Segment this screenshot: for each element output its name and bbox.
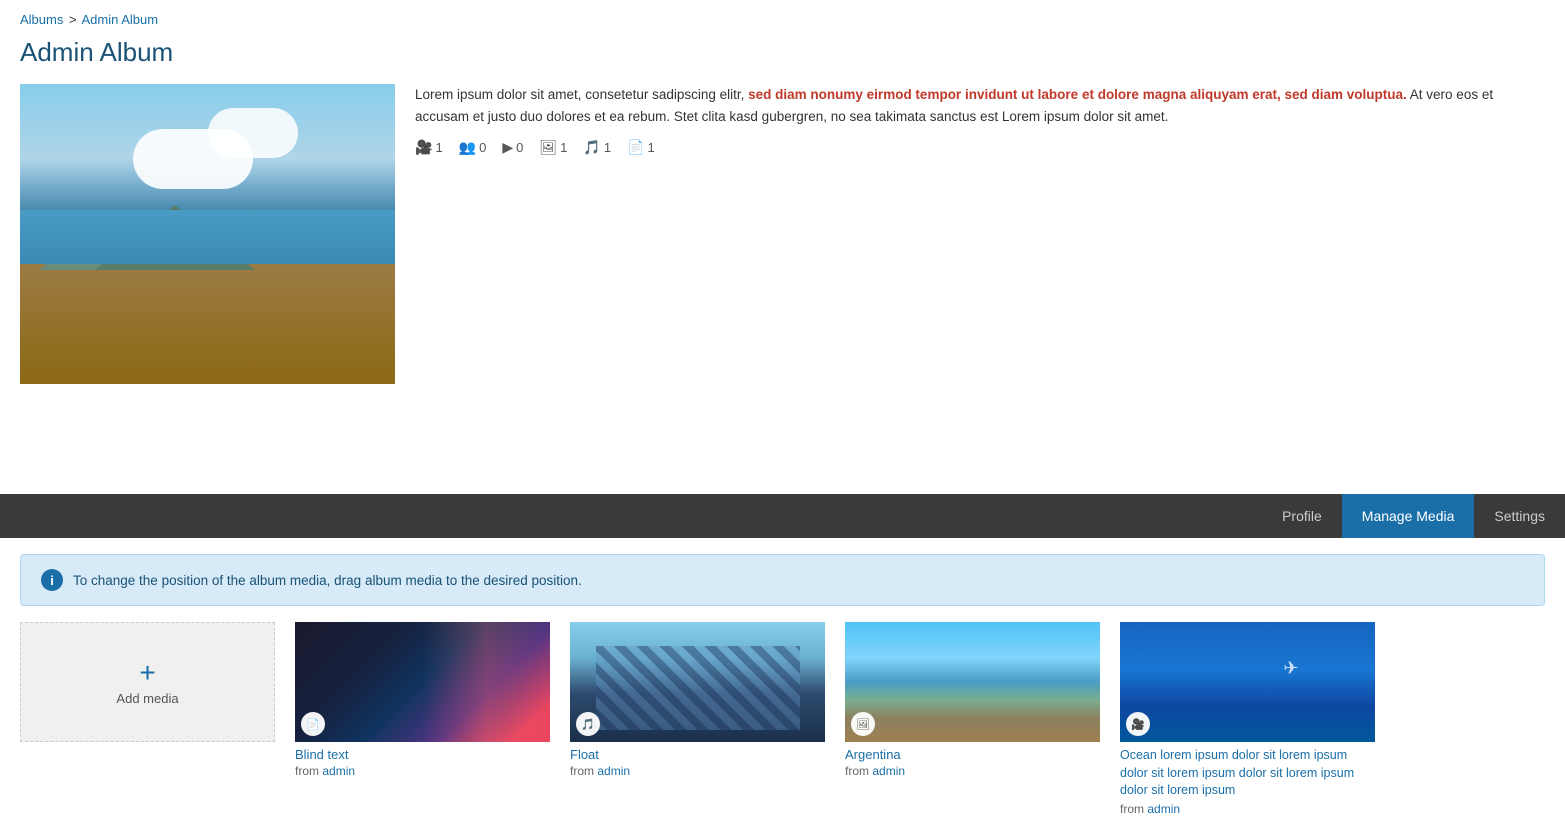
media-from: from admin xyxy=(295,764,550,778)
media-badge-document: 📄 xyxy=(301,712,325,736)
hero-content: Lorem ipsum dolor sit amet, consetetur s… xyxy=(415,84,1545,384)
media-title[interactable]: Argentina xyxy=(845,747,1100,762)
hero-description: Lorem ipsum dolor sit amet, consetetur s… xyxy=(415,84,1545,127)
music-icon: 🎵 xyxy=(583,139,600,156)
video-icon: 🎥 xyxy=(415,139,432,156)
hero-image-inner xyxy=(20,84,395,384)
info-banner-text: To change the position of the album medi… xyxy=(73,573,582,588)
mountain-decoration xyxy=(39,220,159,270)
mountain-decoration-2 xyxy=(95,205,255,270)
from-label: from xyxy=(295,764,319,778)
from-author-link[interactable]: admin xyxy=(597,764,630,778)
hero-highlight: sed diam nonumy eirmod tempor invidunt u… xyxy=(748,87,1407,102)
hero-image xyxy=(20,84,395,384)
stat-users: 👥 0 xyxy=(459,139,487,156)
hero-section: Lorem ipsum dolor sit amet, consetetur s… xyxy=(0,84,1565,384)
stat-doc-count: 1 xyxy=(647,140,654,155)
add-media-tile[interactable]: + Add media xyxy=(20,622,275,742)
tab-manage-media[interactable]: Manage Media xyxy=(1342,494,1475,538)
add-media-label: Add media xyxy=(116,691,178,706)
stat-video: 🎥 1 xyxy=(415,139,443,156)
users-icon: 👥 xyxy=(459,139,476,156)
list-item[interactable]: 📄 Blind text from admin xyxy=(295,622,550,778)
media-thumb: 📄 xyxy=(295,622,550,742)
breadcrumb: Albums > Admin Album xyxy=(0,0,1565,31)
list-item[interactable]: 🖼 Argentina from admin xyxy=(845,622,1100,778)
media-thumb: 🎵 xyxy=(570,622,825,742)
thumb-ocean xyxy=(1120,622,1375,742)
from-author-link[interactable]: admin xyxy=(872,764,905,778)
tab-bar: Profile Manage Media Settings xyxy=(0,494,1565,538)
from-label: from xyxy=(570,764,594,778)
page-title: Admin Album xyxy=(0,31,1565,84)
thumb-argentina xyxy=(845,622,1100,742)
media-badge-music: 🎵 xyxy=(576,712,600,736)
media-title-long[interactable]: Ocean lorem ipsum dolor sit lorem ipsum … xyxy=(1120,747,1375,800)
from-label: from xyxy=(1120,802,1144,816)
stat-doc: 📄 1 xyxy=(627,139,655,156)
thumb-corridor xyxy=(295,622,550,742)
play-icon: ▶ xyxy=(502,139,513,156)
thumb-building xyxy=(570,622,825,742)
tab-profile[interactable]: Profile xyxy=(1262,494,1342,538)
breadcrumb-albums-link[interactable]: Albums xyxy=(20,12,63,27)
doc-icon: 📄 xyxy=(627,139,644,156)
media-from: from admin xyxy=(570,764,825,778)
media-from: from admin xyxy=(1120,802,1375,816)
info-banner: i To change the position of the album me… xyxy=(20,554,1545,606)
from-author-link[interactable]: admin xyxy=(322,764,355,778)
breadcrumb-sep: > xyxy=(69,12,77,27)
media-badge-image: 🖼 xyxy=(851,712,875,736)
stat-image: 🖼 1 xyxy=(539,139,567,156)
from-label: from xyxy=(845,764,869,778)
media-from: from admin xyxy=(845,764,1100,778)
media-thumb: 🖼 xyxy=(845,622,1100,742)
media-badge-video: 🎥 xyxy=(1126,712,1150,736)
info-icon: i xyxy=(41,569,63,591)
stat-play-count: 0 xyxy=(516,140,523,155)
tab-settings[interactable]: Settings xyxy=(1474,494,1565,538)
media-stats: 🎥 1 👥 0 ▶ 0 🖼 1 🎵 1 📄 1 xyxy=(415,139,1545,156)
stat-video-count: 1 xyxy=(435,140,442,155)
cloud-decoration-2 xyxy=(208,108,298,158)
media-thumb: 🎥 xyxy=(1120,622,1375,742)
stat-users-count: 0 xyxy=(479,140,486,155)
breadcrumb-current: Admin Album xyxy=(81,12,158,27)
media-grid: + Add media 📄 Blind text from admin 🎵 Fl… xyxy=(0,622,1565,826)
stat-play: ▶ 0 xyxy=(502,139,523,156)
stat-image-count: 1 xyxy=(560,140,567,155)
add-media-plus-icon: + xyxy=(139,659,155,687)
image-icon: 🖼 xyxy=(539,139,557,156)
stat-music-count: 1 xyxy=(604,140,611,155)
from-author-link[interactable]: admin xyxy=(1147,802,1180,816)
list-item[interactable]: 🎵 Float from admin xyxy=(570,622,825,778)
media-title[interactable]: Blind text xyxy=(295,747,550,762)
stat-music: 🎵 1 xyxy=(583,139,611,156)
list-item[interactable]: 🎥 Ocean lorem ipsum dolor sit lorem ipsu… xyxy=(1120,622,1375,816)
media-title[interactable]: Float xyxy=(570,747,825,762)
